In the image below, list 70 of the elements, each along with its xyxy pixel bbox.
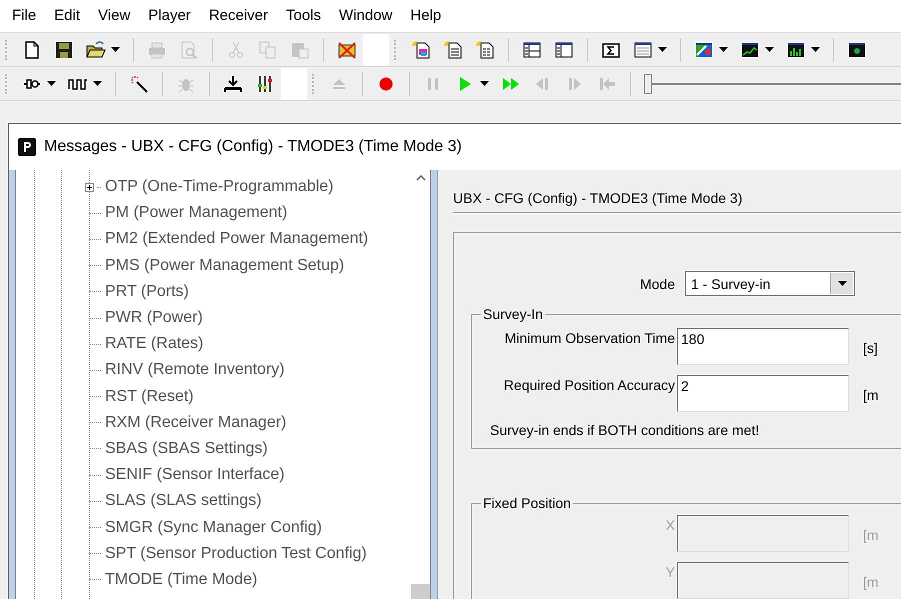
field-label: Y	[664, 563, 676, 580]
tree-item[interactable]: SMGR (Sync Manager Config)	[105, 518, 322, 537]
menu-item[interactable]: Window	[330, 5, 402, 27]
sliders-icon	[255, 74, 275, 94]
scissors-icon	[226, 40, 246, 60]
tree-item[interactable]: PM2 (Extended Power Management)	[105, 230, 368, 248]
scroll-thumb[interactable]	[411, 584, 430, 599]
tree-item[interactable]: OTP (One-Time-Programmable)	[105, 178, 334, 196]
panel-heading: UBX - CFG (Config) - TMODE3 (Time Mode 3)	[453, 190, 744, 208]
printer-icon	[147, 40, 167, 60]
new-document-icon	[411, 40, 431, 60]
tree-item[interactable]: PMS (Power Management Setup)	[105, 256, 344, 275]
window-layout-icon	[522, 40, 542, 60]
field-label: Minimum Observation Time	[504, 329, 676, 346]
unit-label: [m	[863, 573, 879, 590]
tree-item[interactable]: PRT (Ports)	[105, 282, 189, 301]
expand-icon[interactable]	[85, 182, 94, 192]
folder-icon	[86, 40, 106, 60]
preview-icon	[179, 40, 199, 60]
group-title: Fixed Position	[482, 495, 572, 511]
table-icon	[633, 40, 653, 60]
field-label: X	[664, 516, 676, 533]
tree-item[interactable]: RINV (Remote Inventory)	[105, 361, 285, 380]
tree-item[interactable]: PM (Power Management)	[105, 204, 288, 222]
tree-item[interactable]: SPT (Sensor Production Test Config)	[105, 544, 367, 563]
input-field[interactable]: 180	[677, 328, 849, 365]
tree-item[interactable]: SLAS (SLAS settings)	[105, 492, 262, 510]
crossed-box-icon	[337, 40, 357, 60]
tree-item[interactable]: TMODE (Time Mode)	[105, 570, 258, 589]
field-label: Mode	[638, 276, 676, 292]
slider-thumb[interactable]	[644, 74, 652, 94]
new-document-icon	[443, 40, 463, 60]
grip-handle[interactable]	[312, 74, 317, 94]
blank-area	[363, 34, 389, 66]
menu-item[interactable]: Help	[401, 5, 450, 27]
caret-icon	[838, 281, 846, 286]
unit-label: [m	[863, 386, 879, 403]
note-text: Survey-in ends if BOTH conditions are met!	[490, 422, 760, 438]
window-layout-icon	[554, 40, 574, 60]
magic-wand-icon	[129, 74, 149, 94]
download-icon	[223, 74, 243, 94]
unit-label: [m	[863, 526, 879, 543]
tree-item[interactable]: RST (Reset)	[105, 388, 194, 406]
tree-item[interactable]: SENIF (Sensor Interface)	[105, 466, 285, 484]
blank-area	[281, 68, 307, 100]
tree-item[interactable]: RXM (Receiver Manager)	[105, 414, 286, 432]
grip-handle[interactable]	[5, 40, 10, 60]
save-icon	[54, 40, 74, 60]
input-field[interactable]: 2	[677, 375, 849, 412]
menu-item[interactable]: Receiver	[200, 5, 277, 27]
group-title: Survey-In	[482, 306, 544, 322]
tree-item[interactable]: PWR (Power)	[105, 309, 203, 328]
field-label: Required Position Accuracy	[502, 376, 676, 393]
app-icon	[18, 138, 36, 156]
new-document-icon	[475, 40, 495, 60]
menu-item[interactable]: View	[89, 5, 140, 27]
tree-item[interactable]: RATE (Rates)	[105, 335, 204, 354]
menu-item[interactable]: Tools	[277, 5, 330, 27]
tree-item[interactable]: SBAS (SBAS Settings)	[105, 440, 268, 458]
grip-handle[interactable]	[394, 40, 399, 60]
menu-item[interactable]: Player	[139, 5, 200, 27]
window-title: Messages - UBX - CFG (Config) - TMODE3 (Time Mode 3)	[44, 138, 462, 156]
copy-icon	[258, 40, 278, 60]
mode-dropdown[interactable]: 1 - Survey-in	[685, 271, 855, 296]
grip-handle[interactable]	[5, 74, 10, 94]
menu-item[interactable]: File	[3, 5, 46, 27]
scroll-up-icon[interactable]	[416, 174, 426, 181]
unit-label: [s]	[863, 339, 878, 356]
playback-slider[interactable]	[644, 72, 901, 96]
menu-item[interactable]: Edit	[45, 5, 90, 27]
